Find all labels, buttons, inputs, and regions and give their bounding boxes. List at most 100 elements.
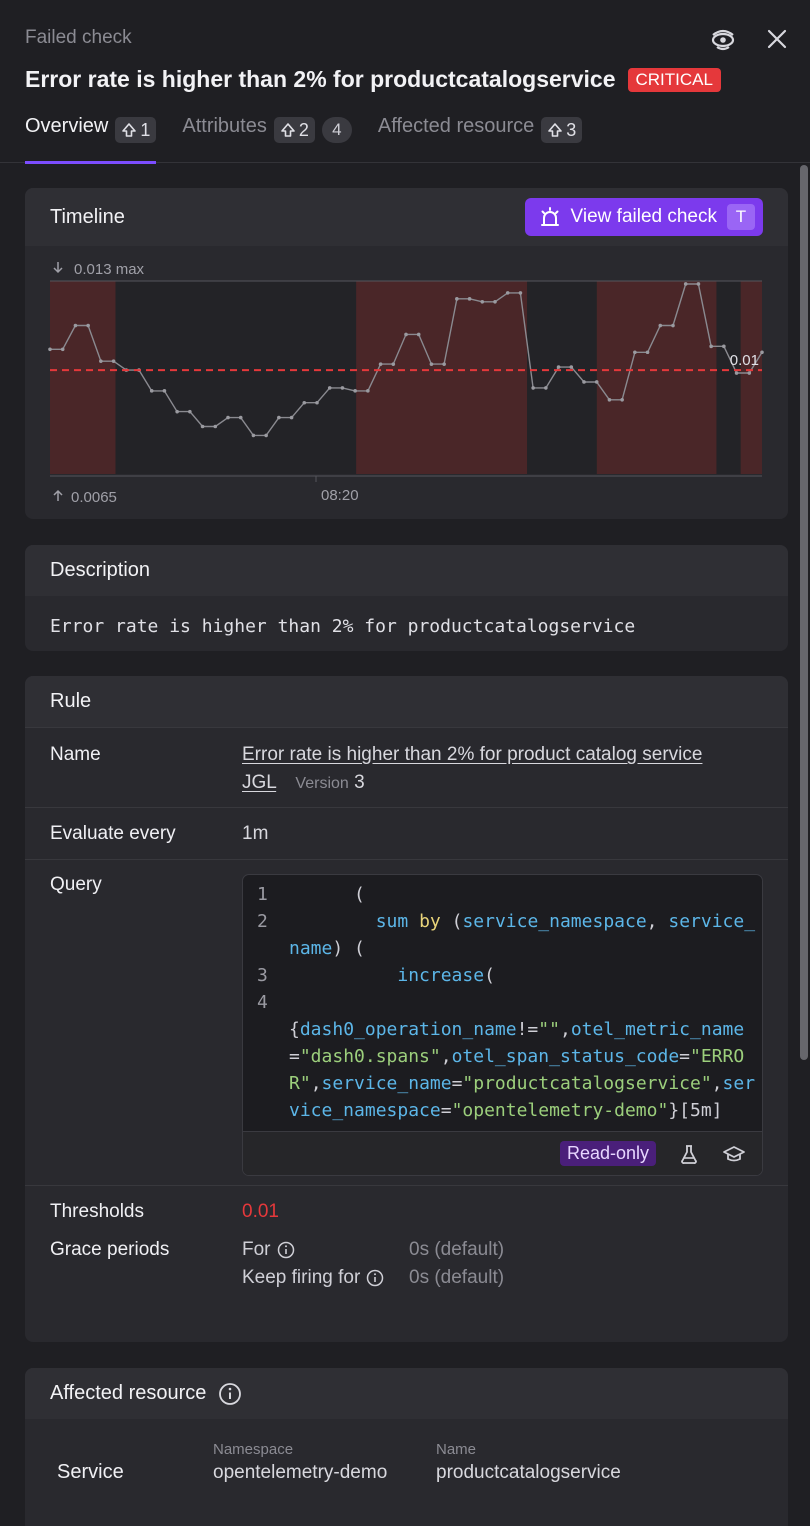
code-line: 2 sum by (service_namespace, service_nam…: [243, 908, 762, 962]
count-badge: 4: [321, 117, 352, 143]
editor-toolbar: Read-only: [243, 1131, 762, 1175]
version-value: 3: [354, 772, 365, 793]
panel-header: Failed check Error rate is higher than 2…: [0, 0, 810, 164]
data-point: [213, 424, 218, 429]
data-point: [111, 359, 116, 363]
eye-pin-icon[interactable]: [708, 24, 738, 54]
info-icon[interactable]: [218, 1382, 242, 1406]
timeline-header: Timeline View failed check T: [25, 188, 788, 246]
arrow-down-icon: [53, 262, 63, 274]
line-text: {dash0_operation_name!="",otel_metric_na…: [289, 1019, 756, 1121]
grace-keep-label: Keep firing for: [242, 1267, 361, 1288]
data-point: [149, 389, 154, 393]
data-point: [442, 362, 446, 366]
thresholds-row: Thresholds 0.01: [25, 1185, 788, 1237]
tab-label: Affected resource: [377, 115, 535, 137]
code-line: 3 increase(: [243, 962, 762, 989]
data-point: [594, 380, 599, 384]
arrow-up-icon: [53, 489, 63, 501]
readonly-badge: Read-only: [559, 1141, 656, 1166]
evaluate-label: Evaluate every: [50, 822, 176, 844]
data-point: [645, 350, 650, 355]
grace-periods-row: Grace periods For 0s (default) Keep firi…: [25, 1237, 788, 1289]
data-point: [569, 365, 574, 369]
grace-label: Grace periods: [50, 1239, 170, 1260]
card-title: Description: [50, 559, 151, 581]
data-point: [747, 371, 752, 375]
shortcut-badge: 3: [541, 117, 583, 143]
data-point: [175, 409, 179, 414]
info-icon[interactable]: [277, 1241, 295, 1259]
tab-affected-resource[interactable]: Affected resource 3: [377, 115, 583, 163]
tab-label: Attributes: [182, 115, 267, 137]
threshold-label: 0.01: [730, 352, 759, 369]
timeline-chart[interactable]: 0.01 0.013 max 0.0065 08:20: [25, 246, 788, 517]
info-icon[interactable]: [366, 1269, 384, 1287]
failed-band: [356, 281, 528, 474]
data-point: [340, 386, 345, 390]
data-point: [366, 389, 370, 393]
line-text: (: [354, 884, 365, 905]
line-number: 2: [257, 911, 268, 932]
timeline-card: Timeline View failed check T 0.01 0.013 m…: [25, 188, 788, 519]
graduation-cap-icon[interactable]: [722, 1143, 746, 1165]
scrollbar[interactable]: [800, 165, 808, 1060]
data-point: [607, 397, 612, 402]
data-point: [722, 344, 726, 349]
data-point: [86, 323, 90, 328]
data-point: [734, 371, 739, 375]
query-row: Query 1 (2 sum by (service_namespace, se…: [25, 859, 788, 1185]
rule-header: Rule: [25, 676, 788, 727]
line-text: sum by (service_namespace, service_name)…: [289, 911, 756, 959]
query-code[interactable]: 1 (2 sum by (service_namespace, service_…: [243, 881, 762, 1131]
data-point: [467, 297, 472, 301]
resource-row[interactable]: Service Namespace opentelemetry-demo Nam…: [25, 1419, 788, 1484]
data-point: [188, 409, 192, 414]
data-point: [289, 415, 294, 420]
query-editor[interactable]: 1 (2 sum by (service_namespace, service_…: [242, 874, 763, 1176]
flask-icon[interactable]: [678, 1143, 700, 1165]
timeline-chart-svg: 0.01 0.013 max 0.0065 08:20: [48, 261, 764, 506]
shortcut-key: 3: [566, 119, 577, 140]
data-point: [518, 291, 523, 295]
tab-label: Overview: [25, 115, 109, 137]
name-label: Name: [50, 744, 101, 765]
query-label: Query: [50, 874, 102, 895]
data-point: [226, 415, 230, 420]
tab-attributes[interactable]: Attributes 2 4: [182, 115, 352, 163]
tab-bar: Overview 1 Attributes 2 4 Affected resou…: [25, 115, 583, 164]
data-point: [264, 433, 268, 438]
button-label: View failed check: [570, 206, 717, 227]
data-point: [353, 389, 357, 393]
data-point: [696, 282, 701, 286]
close-icon[interactable]: [762, 24, 792, 54]
data-point: [327, 386, 332, 390]
data-point: [455, 297, 459, 301]
data-point: [760, 350, 764, 355]
view-failed-check-button[interactable]: View failed check T: [524, 198, 763, 236]
grace-keep-value: 0s (default): [409, 1267, 505, 1288]
resource-type: Service: [57, 1461, 124, 1483]
data-point: [277, 415, 281, 420]
affected-resource-card: Affected resource Service Namespace open…: [25, 1368, 788, 1526]
data-point: [493, 299, 497, 304]
failed-band: [50, 281, 116, 474]
max-label: 0.013 max: [74, 261, 145, 278]
name-label: Name: [436, 1441, 477, 1458]
tab-overview[interactable]: Overview 1: [25, 115, 157, 164]
version-label: Version: [295, 775, 349, 792]
code-line: 1 (: [243, 881, 762, 908]
author-link[interactable]: JGL: [242, 772, 276, 793]
data-point: [709, 344, 713, 349]
data-point: [315, 400, 319, 405]
description-header: Description: [25, 545, 788, 596]
data-point: [391, 362, 396, 366]
shift-icon: [122, 123, 137, 137]
rule-name-link[interactable]: Error rate is higher than 2% for product…: [242, 744, 702, 765]
data-point: [404, 332, 408, 337]
thresholds-label: Thresholds: [50, 1200, 144, 1222]
shift-icon: [281, 123, 295, 137]
data-point: [556, 365, 561, 369]
shortcut-key: 2: [298, 119, 309, 140]
failed-band: [596, 281, 717, 474]
